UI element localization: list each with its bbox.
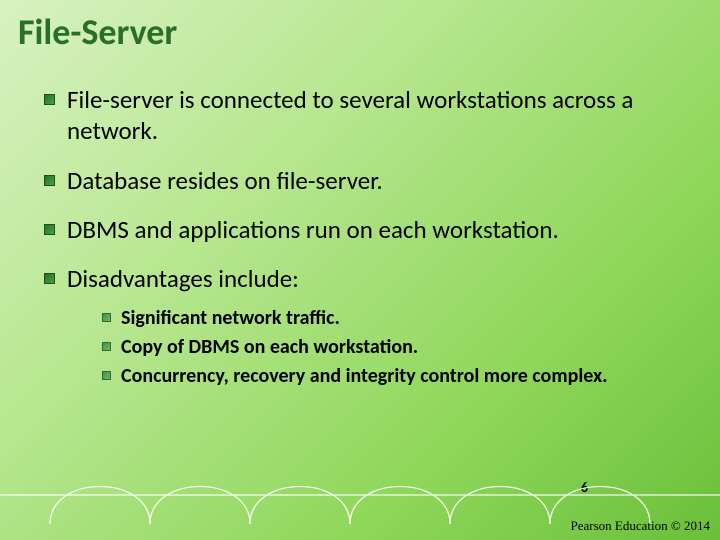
sub-list: Significant network traffic. Copy of DBM… <box>44 306 692 389</box>
bottom-ornament <box>0 464 720 524</box>
bullet-text: DBMS and applications run on each workst… <box>67 214 559 245</box>
bullet-text: Disadvantages include: <box>67 263 299 294</box>
bullet-text: Concurrency, recovery and integrity cont… <box>121 364 608 389</box>
list-item: DBMS and applications run on each workst… <box>44 214 692 245</box>
page-number: 6 <box>581 479 588 496</box>
bullet-icon <box>44 94 55 105</box>
list-item: File-server is connected to several work… <box>44 84 692 147</box>
list-item: Copy of DBMS on each workstation. <box>102 335 692 360</box>
slide-content: File-server is connected to several work… <box>0 54 720 389</box>
list-item: Significant network traffic. <box>102 306 692 331</box>
bullet-icon <box>102 313 111 322</box>
slide-title: File-Server <box>0 0 720 54</box>
list-item: Disadvantages include: <box>44 263 692 294</box>
bullet-icon <box>102 342 111 351</box>
slide: File-Server File-server is connected to … <box>0 0 720 540</box>
arches-icon <box>0 464 720 524</box>
bullet-text: Significant network traffic. <box>121 306 340 331</box>
list-item: Database resides on file-server. <box>44 165 692 196</box>
bullet-text: File-server is connected to several work… <box>67 84 692 147</box>
bullet-icon <box>102 371 111 380</box>
list-item: Concurrency, recovery and integrity cont… <box>102 364 692 389</box>
bullet-icon <box>44 224 55 235</box>
bullet-text: Database resides on file-server. <box>67 165 383 196</box>
bullet-icon <box>44 273 55 284</box>
bullet-text: Copy of DBMS on each workstation. <box>121 335 418 360</box>
copyright-text: Pearson Education © 2014 <box>571 518 711 534</box>
bullet-icon <box>44 175 55 186</box>
